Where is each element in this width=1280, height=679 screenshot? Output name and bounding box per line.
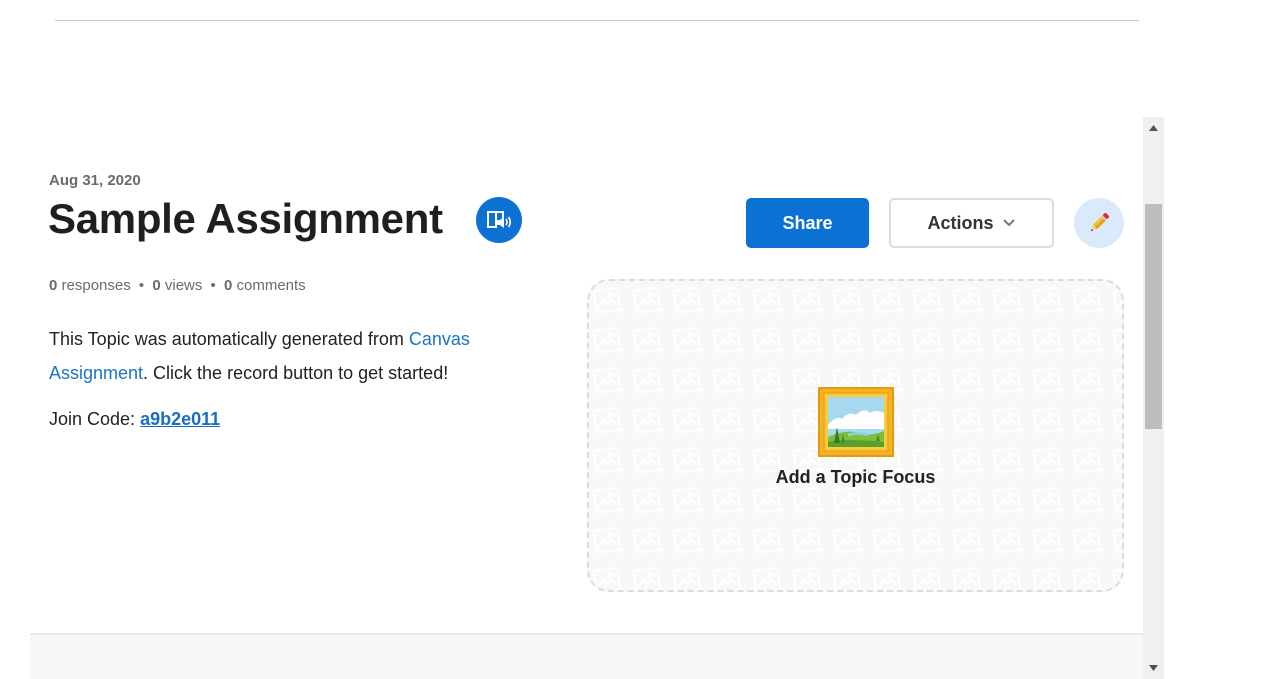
edit-topic-button[interactable] [1074, 198, 1124, 248]
chevron-down-icon [1002, 219, 1015, 227]
views-label: views [164, 277, 203, 294]
immersive-reader-icon [487, 211, 512, 228]
topic-frame: Aug 31, 2020 Sample Assignment 0 respons… [30, 117, 1164, 679]
share-button[interactable]: Share [746, 198, 869, 248]
top-divider [55, 20, 1139, 21]
description-suffix: . Click the record button to get started… [143, 363, 449, 383]
arrow-up-icon [1149, 125, 1158, 131]
join-code-link[interactable]: a9b2e011 [140, 409, 220, 429]
framed-picture-icon [817, 387, 894, 457]
topic-stats: 0 responses • 0 views • 0 comments [49, 277, 306, 294]
responses-label: responses [61, 277, 131, 294]
topic-header: Aug 31, 2020 Sample Assignment 0 respons… [30, 117, 1143, 679]
join-code: Join Code: a9b2e011 [49, 409, 220, 430]
vertical-scrollbar[interactable] [1143, 117, 1164, 679]
views-count: 0 [152, 277, 161, 294]
scrollbar-thumb[interactable] [1145, 204, 1162, 429]
stats-separator: • [138, 277, 145, 294]
comments-label: comments [236, 277, 306, 294]
topic-description: This Topic was automatically generated f… [49, 322, 529, 390]
content-footer [30, 633, 1143, 679]
description-prefix: This Topic was automatically generated f… [49, 329, 409, 349]
comments-count: 0 [223, 277, 233, 294]
add-topic-focus-label: Add a Topic Focus [775, 467, 936, 487]
responses-count: 0 [49, 277, 58, 294]
topic-focus-prompt: Add a Topic Focus [589, 387, 1122, 488]
actions-dropdown-button[interactable]: Actions [889, 198, 1054, 248]
page-title: Sample Assignment [48, 195, 443, 242]
add-topic-focus-dropzone[interactable]: Add a Topic Focus [587, 279, 1124, 592]
scroll-down-button[interactable] [1143, 661, 1164, 675]
topic-date: Aug 31, 2020 [49, 172, 141, 189]
actions-label: Actions [927, 212, 994, 233]
pencil-icon [1090, 213, 1109, 232]
join-code-label: Join Code: [49, 409, 141, 429]
arrow-down-icon [1149, 665, 1158, 671]
scroll-up-button[interactable] [1143, 121, 1164, 135]
immersive-reader-button[interactable] [476, 197, 522, 243]
stats-separator: • [210, 277, 216, 294]
